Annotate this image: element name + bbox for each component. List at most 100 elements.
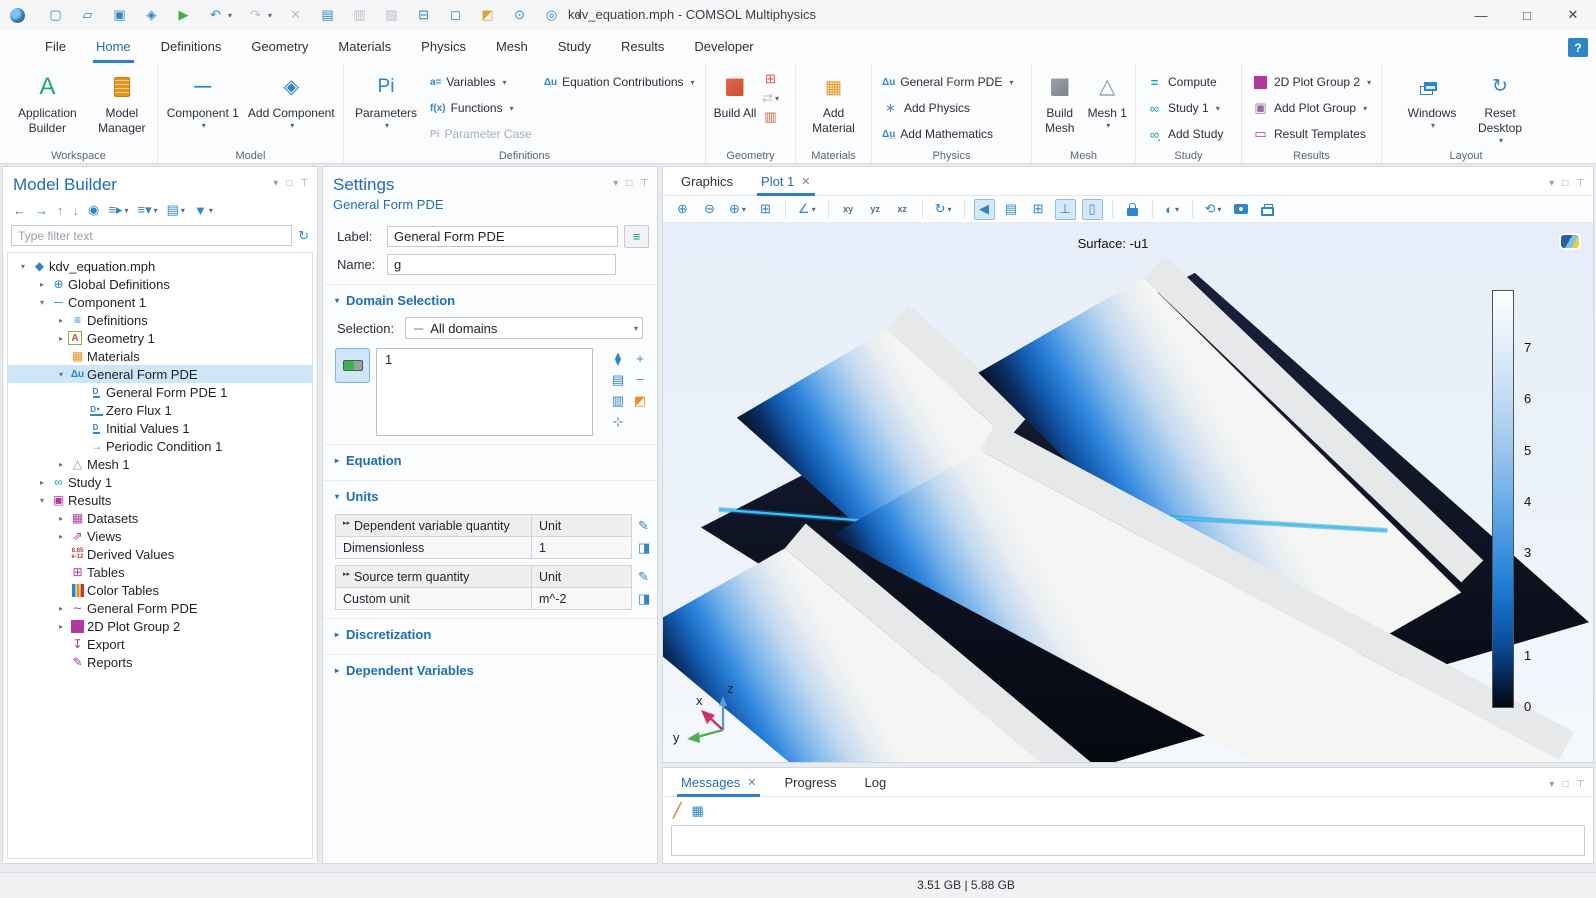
tree-item-component-1[interactable]: ▾─Component 1 — [8, 293, 312, 311]
section-dependent-variables[interactable]: ▸ Dependent Variables — [323, 654, 657, 684]
parameters-button[interactable]: Pi Parameters▾ — [350, 69, 422, 131]
move-down-icon[interactable]: ↓ — [73, 203, 80, 218]
tree-item-2d-plot-group-2[interactable]: ▸2D Plot Group 2 — [8, 617, 312, 635]
plot-area[interactable]: Surface: -u1 7 6 5 4 3 2 1 0 z x y — [663, 223, 1593, 762]
pin-icon[interactable]: ⊤ — [300, 178, 309, 189]
add-plot-group-button[interactable]: ▣ Add Plot Group▾ — [1248, 95, 1375, 121]
update-geometry-icon[interactable]: ⇄▾ — [762, 90, 779, 106]
tree-item-materials[interactable]: ▦Materials — [8, 347, 312, 365]
delete-button[interactable]: ⊟ — [415, 7, 432, 23]
add-physics-button[interactable]: ∗ Add Physics — [878, 95, 1017, 121]
model-tree-nodes-icon[interactable]: ▤▾ — [167, 202, 185, 218]
menu-tab-results[interactable]: Results — [606, 30, 679, 63]
tree-item-definitions[interactable]: ▸≡Definitions — [8, 311, 312, 329]
refresh-icon[interactable]: ↻ — [298, 228, 309, 244]
menu-tab-physics[interactable]: Physics — [406, 30, 481, 63]
tree-item-mesh-1[interactable]: ▸△Mesh 1 — [8, 455, 312, 473]
maximize-button[interactable]: □ — [1504, 0, 1550, 30]
add-study-button[interactable]: ∞̟ Add Study — [1142, 121, 1227, 147]
source-term-quantity-cell[interactable]: Custom unit — [336, 588, 532, 610]
messages-text-area[interactable] — [671, 825, 1585, 856]
environment-icon[interactable]: ◐▾ — [1162, 199, 1183, 220]
variables-button[interactable]: a= Variables▾ — [426, 69, 536, 95]
perspective-icon[interactable]: ▤ — [1001, 199, 1022, 220]
build-all-button[interactable]: Build All — [712, 69, 758, 121]
menu-tab-file[interactable]: File — [30, 30, 81, 63]
tree-item-initial-values-1[interactable]: DInitial Values 1 — [8, 419, 312, 437]
tree-item-results[interactable]: ▾▣Results — [8, 491, 312, 509]
float-panel-icon[interactable]: □ — [1562, 178, 1568, 189]
change-unit-icon[interactable]: ◨ — [638, 591, 650, 607]
select-box-button[interactable]: ◻ — [447, 7, 464, 23]
float-panel-icon[interactable]: □ — [286, 178, 292, 189]
pin-icon[interactable]: ⊤ — [1576, 779, 1585, 790]
section-domain-selection[interactable]: ▾ Domain Selection — [323, 284, 657, 314]
comsol-plot-logo-icon[interactable] — [1561, 235, 1579, 248]
float-panel-icon[interactable]: □ — [626, 178, 632, 189]
menu-tab-home[interactable]: Home — [81, 30, 146, 63]
menu-tab-mesh[interactable]: Mesh — [481, 30, 543, 63]
search-button[interactable]: ◎ — [543, 7, 560, 23]
chevron-right-icon[interactable]: ▸ — [54, 622, 68, 631]
add-component-button[interactable]: ◈ Add Component▾ — [246, 69, 337, 131]
tab-graphics[interactable]: Graphics — [667, 167, 747, 196]
chevron-right-icon[interactable]: ▸ — [35, 478, 49, 487]
tab-messages[interactable]: Messages ✕ — [667, 768, 770, 797]
tree-item-tables[interactable]: ⊞Tables — [8, 563, 312, 581]
add-material-button[interactable]: ▦ Add Material — [803, 69, 865, 136]
clear-selection-icon[interactable]: ◩ — [629, 390, 651, 411]
chevron-right-icon[interactable]: ▸ — [54, 514, 68, 523]
rename-button[interactable]: ≡ — [624, 225, 649, 248]
tree-item-zero-flux-1[interactable]: D‣Zero Flux 1 — [8, 401, 312, 419]
chevron-right-icon[interactable]: ▸ — [35, 280, 49, 289]
menu-tab-study[interactable]: Study — [543, 30, 606, 63]
reset-desktop-button[interactable]: ↻ Reset Desktop▾ — [1468, 69, 1532, 146]
section-units[interactable]: ▾ Units — [323, 480, 657, 510]
chevron-down-icon[interactable]: ▾ — [35, 298, 49, 307]
image-snapshot-icon[interactable] — [1230, 199, 1251, 220]
grid-icon[interactable]: ⊞ — [1028, 199, 1049, 220]
menu-tab-materials[interactable]: Materials — [323, 30, 406, 63]
section-equation[interactable]: ▸ Equation — [323, 444, 657, 474]
panel-menu-icon[interactable]: ▾ — [613, 178, 618, 189]
tree-item-general-form-pde-results[interactable]: ▸∼General Form PDE — [8, 599, 312, 617]
scene-light-icon[interactable]: ◀ — [974, 199, 995, 220]
remove-from-selection-icon[interactable]: − — [629, 369, 651, 390]
undo-button[interactable]: ↶▾ — [207, 7, 232, 23]
open-messages-window-icon[interactable]: ▦ — [691, 803, 703, 819]
tree-filter-input[interactable] — [11, 225, 292, 246]
panel-menu-icon[interactable]: ▾ — [1549, 178, 1554, 189]
zoom-to-selection-icon[interactable]: ⊹ — [607, 411, 629, 432]
chevron-down-icon[interactable]: ▾ — [54, 370, 68, 379]
zoom-out-icon[interactable]: ⊖ — [699, 199, 720, 220]
duplicate-button[interactable]: ▧ — [383, 7, 400, 23]
chevron-right-icon[interactable]: ▸ — [54, 334, 68, 343]
go-to-default-view-icon[interactable]: ∠▾ — [795, 199, 819, 220]
tree-item-color-tables[interactable]: Color Tables — [8, 581, 312, 599]
add-to-selection-icon[interactable]: + — [629, 348, 651, 369]
edit-unit-table-icon[interactable]: ✎ — [638, 569, 650, 585]
chevron-down-icon[interactable]: ▾ — [35, 496, 49, 505]
component-1-button[interactable]: ─ Component 1▾ — [164, 69, 242, 131]
zoom-box-icon[interactable]: ⊕▾ — [726, 199, 749, 220]
virtual-operations-icon[interactable]: ▥ — [762, 109, 779, 125]
active-toggle-button[interactable] — [335, 348, 370, 383]
rotate-view-icon[interactable]: ↻▾ — [932, 199, 955, 220]
float-panel-icon[interactable]: □ — [1562, 779, 1568, 790]
tree-item-periodic-condition-1[interactable]: →Periodic Condition 1 — [8, 437, 312, 455]
color-legend-icon[interactable]: ▯ — [1082, 199, 1103, 220]
functions-button[interactable]: f(x) Functions▾ — [426, 95, 536, 121]
redo-button[interactable]: ↷▾ — [247, 7, 272, 23]
tree-item-export[interactable]: ↧Export — [8, 635, 312, 653]
tree-item-datasets[interactable]: ▸▦Datasets — [8, 509, 312, 527]
selection-list-item[interactable]: 1 — [385, 352, 392, 367]
find-button[interactable]: ⊙ — [511, 7, 528, 23]
change-unit-icon[interactable]: ◨ — [638, 540, 650, 556]
panel-menu-icon[interactable]: ▾ — [1549, 779, 1554, 790]
general-form-pde-ribbon-button[interactable]: Δu General Form PDE▾ — [878, 69, 1017, 95]
menu-tab-definitions[interactable]: Definitions — [146, 30, 237, 63]
print-icon[interactable] — [1257, 199, 1278, 220]
selection-dropdown[interactable]: ─ All domains ▾ — [405, 317, 643, 339]
tree-item-global-definitions[interactable]: ▸⊕Global Definitions — [8, 275, 312, 293]
run-button[interactable]: ▶ — [175, 7, 192, 23]
